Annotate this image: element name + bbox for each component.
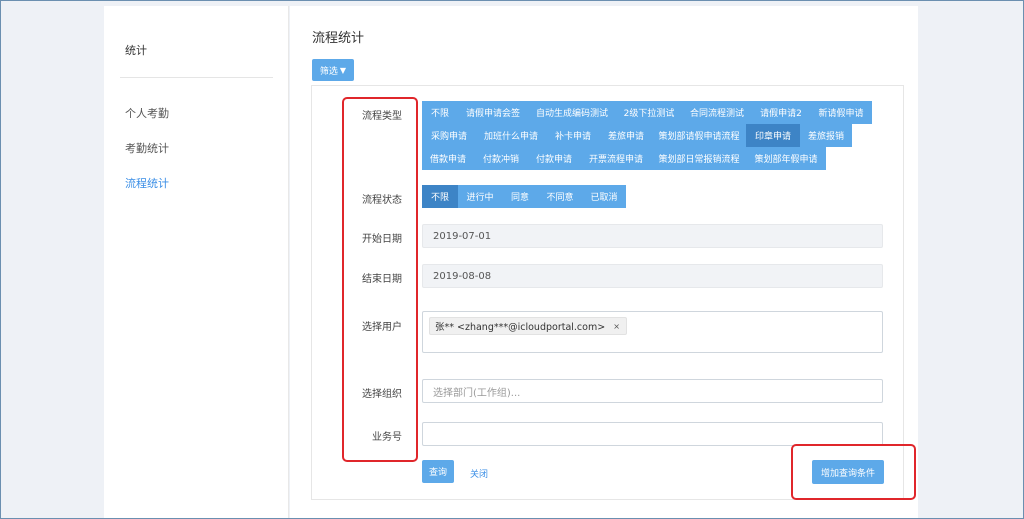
status-tag[interactable]: 同意	[502, 185, 538, 208]
user-chip-label: 张** <zhang***@icloudportal.com>	[435, 322, 606, 333]
close-link[interactable]: 关闭	[470, 467, 488, 480]
type-tag[interactable]: 付款冲销	[474, 147, 528, 170]
type-tag[interactable]: 采购申请	[422, 124, 476, 147]
label-select-user: 选择用户	[362, 322, 402, 333]
type-tag[interactable]: 新请假申请	[810, 101, 872, 124]
org-select-input[interactable]: 选择部门(工作组)...	[422, 379, 883, 403]
type-tag[interactable]: 策划部日常报销流程	[652, 147, 746, 170]
label-business-no: 业务号	[372, 432, 402, 443]
type-tag[interactable]: 借款申请	[422, 147, 474, 170]
type-tag[interactable]: 策划部请假申请流程	[652, 124, 746, 147]
type-tag[interactable]: 请假申请2	[752, 101, 810, 124]
label-select-org: 选择组织	[362, 389, 402, 400]
status-tag[interactable]: 已取消	[582, 185, 626, 208]
type-tag[interactable]: 自动生成编码测试	[528, 101, 616, 124]
type-tag[interactable]: 请假申请会签	[458, 101, 528, 124]
type-tag[interactable]: 合同流程测试	[682, 101, 752, 124]
type-tag[interactable]: 2级下拉测试	[616, 101, 682, 124]
status-tag[interactable]: 进行中	[458, 185, 502, 208]
user-chip: 张** <zhang***@icloudportal.com> ×	[429, 317, 627, 335]
add-condition-button[interactable]: 增加查询条件	[812, 460, 884, 484]
sidebar-title: 统计	[125, 44, 147, 57]
type-tag[interactable]: 差旅报销	[800, 124, 852, 147]
start-date-value: 2019-07-01	[433, 230, 492, 242]
chip-close-icon[interactable]: ×	[613, 322, 620, 331]
label-process-status: 流程状态	[362, 195, 402, 206]
start-date-input[interactable]: 2019-07-01	[422, 224, 883, 248]
org-placeholder: 选择部门(工作组)...	[433, 387, 521, 399]
sidebar-item-process-stats[interactable]: 流程统计	[125, 175, 169, 191]
business-number-input[interactable]	[422, 422, 883, 446]
page-title: 流程统计	[312, 31, 365, 46]
query-button[interactable]: 查询	[422, 460, 454, 483]
label-start-date: 开始日期	[362, 234, 402, 245]
end-date-input[interactable]: 2019-08-08	[422, 264, 883, 288]
label-process-type: 流程类型	[362, 111, 402, 122]
status-tag-selected[interactable]: 不限	[422, 185, 458, 208]
type-tag-selected[interactable]: 印章申请	[746, 124, 800, 147]
type-tag[interactable]: 不限	[422, 101, 458, 124]
type-tag[interactable]: 策划部年假申请	[746, 147, 826, 170]
type-tag[interactable]: 补卡申请	[546, 124, 600, 147]
status-tag[interactable]: 不同意	[538, 185, 582, 208]
sidebar-item-personal-attendance[interactable]: 个人考勤	[125, 105, 169, 121]
type-tag[interactable]: 差旅申请	[600, 124, 652, 147]
filter-button[interactable]: 筛选 ▼	[312, 59, 354, 81]
label-end-date: 结束日期	[362, 274, 402, 285]
sidebar-divider	[120, 77, 273, 78]
sidebar: 统计 个人考勤 考勤统计 流程统计	[104, 6, 289, 519]
type-tag[interactable]: 开票流程申请	[580, 147, 652, 170]
type-tag[interactable]: 加班什么申请	[476, 124, 546, 147]
filter-label: 筛选	[319, 66, 338, 77]
type-tag[interactable]: 付款申请	[528, 147, 580, 170]
filter-icon: ▼	[339, 65, 347, 75]
sidebar-item-attendance-stats[interactable]: 考勤统计	[125, 140, 169, 156]
user-select-input[interactable]: 张** <zhang***@icloudportal.com> ×	[422, 311, 883, 353]
end-date-value: 2019-08-08	[433, 270, 492, 282]
